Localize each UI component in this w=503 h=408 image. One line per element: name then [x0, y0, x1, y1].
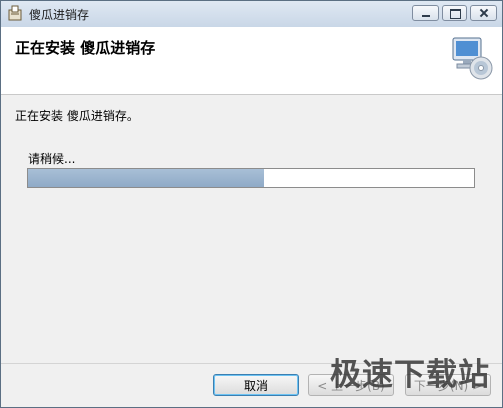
- cancel-button[interactable]: 取消: [213, 374, 299, 396]
- installer-window: 傻瓜进销存 正在安装 傻瓜进销存 正在安装 傻瓜进销存。 请稍候... 取消 <…: [0, 0, 503, 408]
- progress-bar: [27, 168, 475, 188]
- maximize-icon[interactable]: [442, 5, 467, 21]
- wait-label: 请稍候...: [28, 152, 76, 166]
- installer-box-icon: [8, 5, 22, 21]
- header-banner: 正在安装 傻瓜进销存: [1, 27, 502, 95]
- watermark-logo: 极速下载站: [330, 357, 490, 393]
- window-title: 傻瓜进销存: [29, 8, 90, 22]
- minimize-icon[interactable]: [412, 5, 439, 21]
- close-icon[interactable]: [470, 5, 497, 21]
- page-title: 正在安装 傻瓜进销存: [15, 39, 156, 57]
- computer-disc-icon: [452, 37, 493, 80]
- status-text: 正在安装 傻瓜进销存。: [15, 109, 139, 123]
- content-area: 正在安装 傻瓜进销存。 请稍候...: [1, 95, 502, 363]
- title-bar[interactable]: 傻瓜进销存: [1, 1, 502, 28]
- progress-fill: [28, 169, 265, 187]
